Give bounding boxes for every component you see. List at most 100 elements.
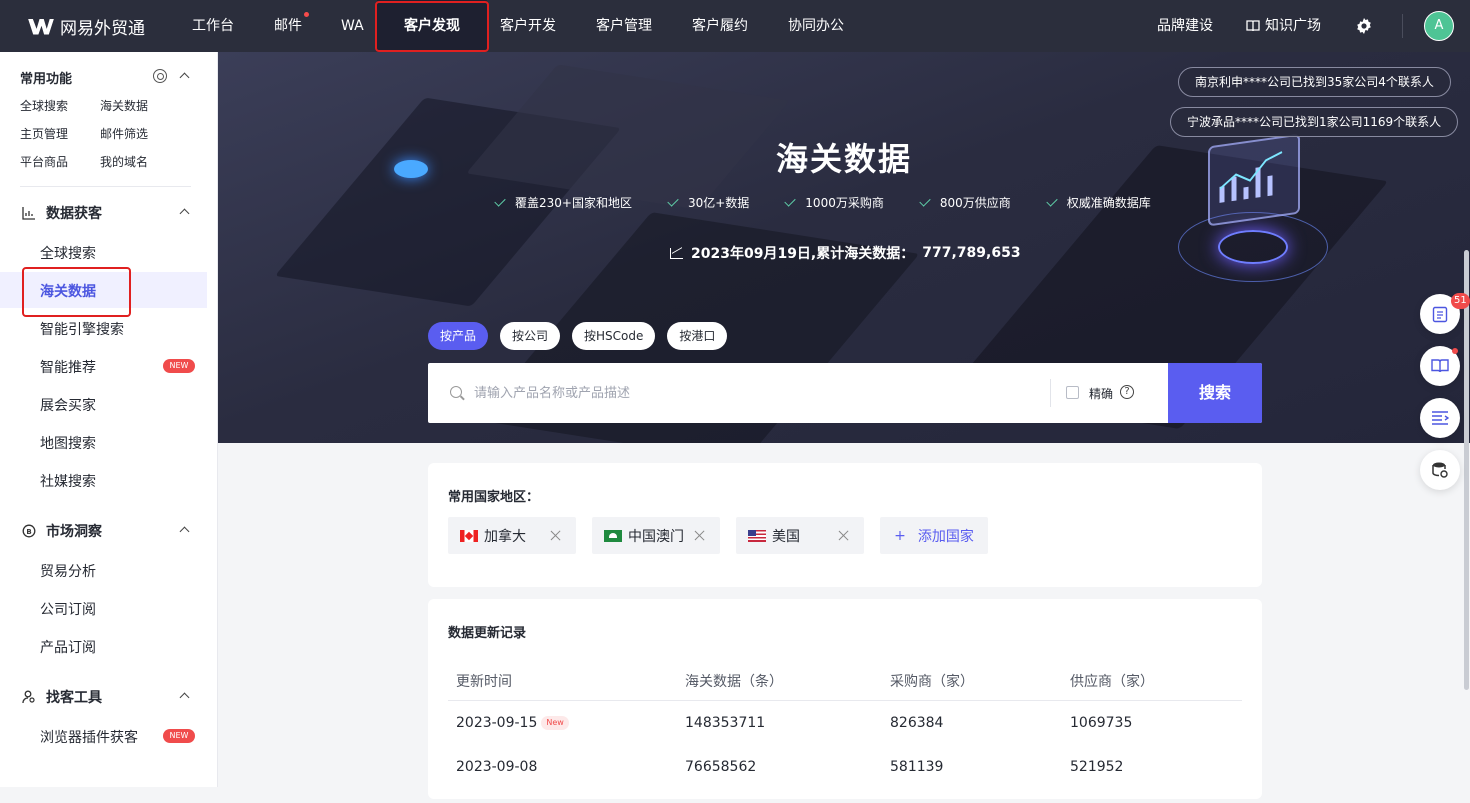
book-icon [1431, 359, 1449, 373]
country-chip-macau[interactable]: 中国澳门 [592, 517, 720, 554]
search-input[interactable] [474, 379, 1034, 407]
search-button[interactable]: 搜索 [1168, 363, 1262, 423]
notification-badge: 51 [1451, 293, 1470, 309]
quick-mail-filter[interactable]: 邮件筛选 [100, 125, 148, 142]
new-tag: New [541, 716, 569, 730]
usa-flag-icon [748, 529, 766, 542]
coin-icon: B [22, 524, 36, 538]
sidebar-item-social-search[interactable]: 社媒搜索 [40, 471, 96, 491]
suppliers-count: 521952 [1070, 759, 1124, 775]
sidebar-item-company-subscription[interactable]: 公司订阅 [40, 599, 96, 619]
chevron-up-icon[interactable] [179, 692, 190, 703]
feature-item: 30亿+数据 [667, 194, 750, 211]
customize-icon[interactable] [153, 69, 167, 83]
stat-value: 777,789,653 [922, 245, 1021, 261]
sidebar-item-customs-data[interactable]: 海关数据 [40, 281, 96, 301]
app-logo[interactable]: 网易外贸通 [28, 14, 145, 39]
list-menu-button[interactable] [1420, 398, 1460, 438]
plus-icon: + [894, 527, 906, 544]
nav-customer-management[interactable]: 客户管理 [596, 0, 652, 52]
check-icon [1046, 195, 1058, 207]
group-market-insight[interactable]: B 市场洞察 [22, 521, 102, 541]
settings-gear-icon[interactable] [1355, 17, 1373, 35]
chevron-up-icon[interactable] [179, 72, 190, 83]
sidebar-active-highlight [0, 272, 207, 308]
quick-global-search[interactable]: 全球搜索 [20, 97, 68, 114]
nav-wa[interactable]: WA [341, 0, 364, 52]
close-icon[interactable] [838, 530, 849, 541]
clipboard-icon [1432, 306, 1448, 323]
sidebar-divider [20, 186, 191, 187]
cumulative-stat: 2023年09月19日,累计海关数据： 777,789,653 [670, 243, 1021, 263]
sidebar-item-trade-analysis[interactable]: 贸易分析 [40, 561, 96, 581]
nav-customer-discovery[interactable]: 客户发现 [377, 0, 487, 52]
nav-mail[interactable]: 邮件 [274, 0, 309, 52]
add-country-button[interactable]: + 添加国家 [880, 517, 988, 554]
sidebar-item-product-subscription[interactable]: 产品订阅 [40, 637, 96, 657]
sidebar: 常用功能 全球搜索 海关数据 主页管理 邮件筛选 平台商品 我的域名 数据获客 … [0, 52, 218, 787]
suppliers-count: 1069735 [1070, 715, 1133, 731]
quick-platform-products[interactable]: 平台商品 [20, 153, 68, 170]
nav-workbench[interactable]: 工作台 [192, 0, 234, 52]
exact-match-checkbox[interactable] [1066, 386, 1079, 399]
quick-my-domains[interactable]: 我的域名 [100, 153, 148, 170]
database-button[interactable] [1420, 450, 1460, 490]
common-countries-title: 常用国家地区： [448, 490, 540, 505]
close-icon[interactable] [550, 530, 561, 541]
column-header: 采购商（家） [890, 674, 974, 690]
quick-homepage-management[interactable]: 主页管理 [20, 125, 68, 142]
column-header: 更新时间 [456, 674, 512, 690]
help-icon[interactable]: ? [1120, 385, 1134, 399]
sidebar-item-exhibition-buyers[interactable]: 展会买家 [40, 395, 96, 415]
nav-customer-fulfillment[interactable]: 客户履约 [692, 0, 748, 52]
common-countries-card: 常用国家地区： 加拿大 中国澳门 美国 + 添加国家 [428, 463, 1262, 587]
nav-customer-development[interactable]: 客户开发 [500, 0, 556, 52]
hero-title: 海关数据 [775, 140, 912, 178]
unread-dot [1452, 348, 1458, 354]
search-bar: 精确 ? 搜索 [428, 363, 1262, 423]
tab-by-company[interactable]: 按公司 [500, 322, 561, 350]
bar-chart-icon [22, 207, 35, 220]
chevron-up-icon[interactable] [179, 526, 190, 537]
stat-label: 2023年09月19日,累计海关数据： [691, 246, 915, 262]
buyers-count: 826384 [890, 715, 944, 731]
database-icon [1432, 462, 1448, 478]
table-header: 更新时间 海关数据（条） 采购商（家） 供应商（家） [448, 671, 1242, 701]
feature-label: 30亿+数据 [687, 196, 750, 210]
country-chip-canada[interactable]: 加拿大 [448, 517, 576, 554]
check-icon [919, 195, 931, 207]
update-date: 2023-09-08 [456, 759, 538, 775]
group-market-insight-label: 市场洞察 [46, 524, 102, 540]
tab-by-product[interactable]: 按产品 [428, 322, 489, 350]
feature-label: 覆盖230+国家和地区 [515, 196, 632, 210]
user-avatar[interactable]: A [1424, 11, 1454, 41]
buyers-count: 581139 [890, 759, 944, 775]
group-prospecting-tools[interactable]: 找客工具 [22, 687, 102, 707]
search-icon [450, 386, 462, 398]
new-badge: NEW [163, 729, 195, 743]
tab-by-port[interactable]: 按港口 [667, 322, 728, 350]
update-date-cell: 2023-09-15 New [456, 715, 569, 731]
sidebar-item-map-search[interactable]: 地图搜索 [40, 433, 96, 453]
quick-customs-data[interactable]: 海关数据 [100, 97, 148, 114]
sidebar-item-global-search[interactable]: 全球搜索 [40, 243, 96, 263]
country-chip-usa[interactable]: 美国 [736, 517, 864, 554]
group-data-acquisition[interactable]: 数据获客 [22, 203, 102, 223]
chevron-up-icon[interactable] [179, 208, 190, 219]
country-name: 中国澳门 [628, 528, 684, 545]
exact-match-label: 精确 [1089, 387, 1114, 401]
sidebar-item-smart-engine-search[interactable]: 智能引擎搜索 [40, 319, 124, 339]
sidebar-item-browser-plugin[interactable]: 浏览器插件获客 [40, 727, 138, 747]
close-icon[interactable] [694, 530, 705, 541]
feature-item: 覆盖230+国家和地区 [494, 194, 632, 211]
trend-icon [670, 247, 683, 259]
nav-brand[interactable]: 品牌建设 [1157, 0, 1213, 52]
svg-text:B: B [26, 528, 31, 536]
sidebar-item-smart-recommend[interactable]: 智能推荐 [40, 357, 96, 377]
notice-pill: 南京利申****公司已找到35家公司4个联系人 [1178, 67, 1451, 97]
nav-collaboration[interactable]: 协同办公 [788, 0, 844, 52]
check-icon [494, 195, 506, 207]
page-scrollbar[interactable] [1464, 250, 1469, 690]
nav-knowledge[interactable]: 知识广场 [1246, 0, 1321, 52]
tab-by-hscode[interactable]: 按HSCode [572, 322, 656, 350]
